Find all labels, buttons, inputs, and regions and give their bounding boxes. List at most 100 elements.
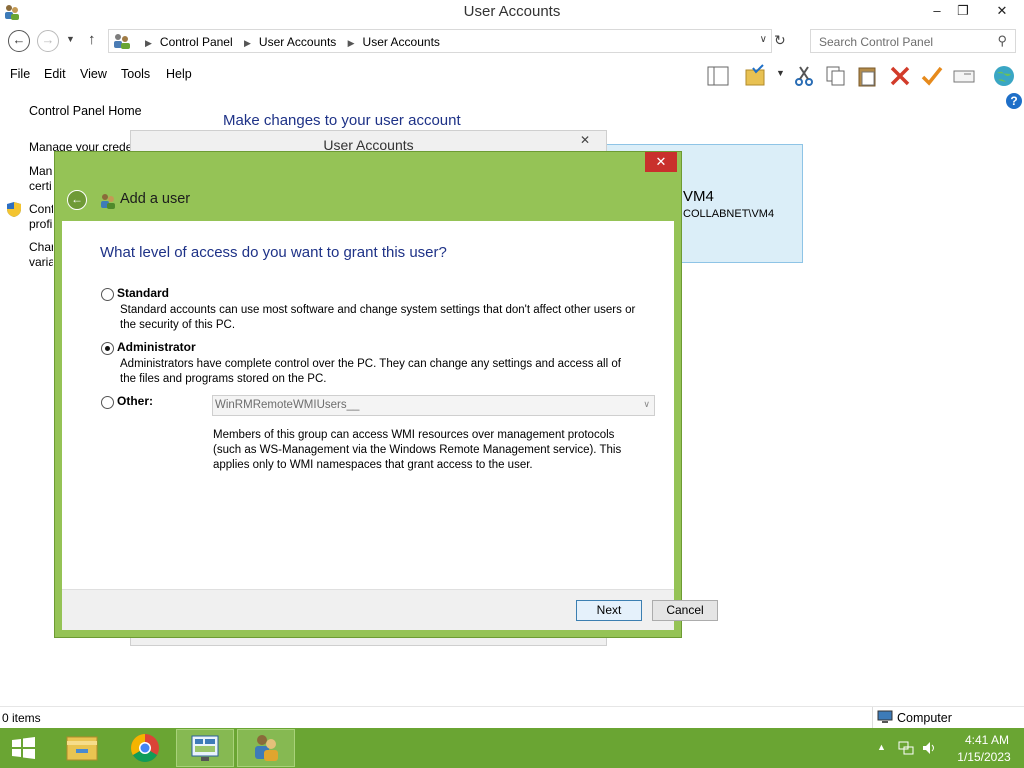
computer-icon	[877, 710, 893, 723]
menu-view[interactable]: View	[80, 67, 107, 81]
menu-help[interactable]: Help	[166, 67, 192, 81]
group-select[interactable]: WinRMRemoteWMIUsers__ ∨	[212, 395, 655, 416]
checkmark-icon[interactable]	[920, 64, 944, 88]
menu-file[interactable]: File	[10, 67, 30, 81]
refresh-button[interactable]: ↻	[774, 32, 786, 49]
item-count: 0 items	[2, 711, 41, 725]
file-explorer-icon[interactable]	[54, 729, 112, 767]
control-panel-icon	[114, 34, 130, 49]
wizard-header: ← Add a user	[63, 182, 675, 220]
nav-change-variables[interactable]: Char	[29, 240, 53, 254]
chrome-icon[interactable]	[116, 729, 174, 767]
title-bar: User Accounts – ❐ ✕	[0, 0, 1024, 24]
menu-tools[interactable]: Tools	[121, 67, 150, 81]
paste-icon[interactable]	[856, 64, 880, 88]
menu-edit[interactable]: Edit	[44, 67, 66, 81]
breadcrumb-control-panel[interactable]: Control Panel	[160, 35, 233, 49]
administrator-label[interactable]: Administrator	[117, 340, 196, 354]
account-name: VM4	[683, 188, 714, 205]
nav-configure-profile[interactable]: Confi	[29, 202, 53, 216]
maximize-button[interactable]: ❐	[948, 0, 978, 22]
chevron-down-icon: ▼	[66, 34, 75, 44]
breadcrumb-user-accounts-current[interactable]: User Accounts	[363, 35, 440, 49]
up-button[interactable]: ↑	[88, 31, 96, 48]
address-bar[interactable]: ▶ Control Panel ▶ User Accounts ▶ User Acco…	[108, 29, 772, 53]
other-label[interactable]: Other:	[117, 394, 153, 408]
back-button[interactable]: ←	[8, 30, 30, 52]
search-input[interactable]: Search Control Panel ⚲	[810, 29, 1016, 53]
arrow-left-icon: ←	[12, 32, 26, 47]
network-icon[interactable]	[898, 740, 914, 756]
user-accounts-icon	[255, 735, 278, 761]
add-user-dialog: ✕ ← Add a user What level of access do y…	[54, 151, 718, 638]
administrator-radio[interactable]	[101, 342, 114, 355]
breadcrumb: ▶ Control Panel ▶ User Accounts ▶ User Acco…	[137, 35, 440, 49]
next-button[interactable]: Next	[576, 600, 642, 621]
wizard-back-button[interactable]: ←	[67, 190, 87, 210]
account-domain: COLLABNET\VM4	[683, 208, 775, 220]
taskbar: ▲	[0, 728, 1024, 768]
dialog-close-button[interactable]: ✕	[572, 133, 598, 153]
nav-certificates-cont[interactable]: certi	[29, 179, 53, 193]
wizard-content: What level of access do you want to gran…	[62, 221, 674, 589]
globe-icon[interactable]	[992, 64, 1016, 88]
standard-description-2: the security of this PC.	[120, 319, 236, 331]
refresh-icon: ↻	[774, 32, 786, 48]
user-accounts-taskbar-button[interactable]	[237, 729, 295, 767]
cancel-button[interactable]: Cancel	[652, 600, 718, 621]
chevron-down-icon: ∨	[759, 34, 767, 45]
breadcrumb-separator-icon: ▶	[347, 38, 355, 48]
rename-icon[interactable]	[952, 64, 976, 88]
nav-variables-cont[interactable]: varia	[29, 255, 53, 269]
standard-description: Standard accounts can use most software …	[120, 304, 636, 316]
windows-start-icon[interactable]	[0, 729, 46, 767]
volume-icon[interactable]	[921, 740, 937, 756]
users-icon	[101, 194, 115, 209]
breadcrumb-separator-icon: ▶	[145, 38, 152, 48]
recent-locations-button[interactable]: ▼	[66, 34, 75, 44]
breadcrumb-user-accounts[interactable]: User Accounts	[259, 35, 336, 49]
standard-label[interactable]: Standard	[117, 286, 169, 300]
uac-shield-icon	[7, 202, 21, 217]
standard-radio[interactable]	[101, 288, 114, 301]
address-row: ← → ▼ ↑ ▶ Control Panel ▶ User Accounts ▶ U…	[0, 26, 1024, 56]
administrator-description-2: the files and programs stored on the PC.	[120, 373, 327, 385]
control-panel-home-link[interactable]: Control Panel Home	[29, 104, 142, 118]
delete-icon[interactable]	[888, 64, 912, 88]
search-placeholder: Search Control Panel	[819, 35, 934, 49]
administrator-description: Administrators have complete control ove…	[120, 358, 621, 370]
group-description-2: (such as WS-Management via the Windows R…	[213, 444, 622, 456]
status-bar: 0 items Computer	[0, 706, 1024, 729]
layout-icon[interactable]	[706, 64, 730, 88]
server-manager-taskbar-button[interactable]	[176, 729, 234, 767]
show-hidden-icons-button[interactable]: ▲	[877, 742, 886, 752]
server-manager-icon	[191, 735, 219, 761]
wizard-title: Add a user	[120, 191, 191, 207]
close-button[interactable]: ✕	[980, 0, 1024, 22]
access-level-question: What level of access do you want to gran…	[100, 244, 447, 261]
nav-profile-cont[interactable]: profi	[29, 217, 53, 231]
arrow-right-icon: →	[41, 32, 55, 47]
cut-icon[interactable]	[792, 64, 816, 88]
folder-check-icon[interactable]	[744, 64, 768, 88]
other-radio[interactable]	[101, 396, 114, 409]
page-title: Make changes to your user account	[223, 112, 461, 129]
zone-label: Computer	[897, 711, 952, 725]
question-icon: ?	[1010, 94, 1018, 108]
wizard-footer: Next Cancel	[62, 589, 718, 630]
group-description-3: applies only to WMI namespaces that gran…	[213, 459, 533, 471]
arrow-up-icon: ↑	[88, 31, 96, 48]
clock-date[interactable]: 1/15/2023	[952, 750, 1016, 764]
chevron-down-icon[interactable]: ▼	[776, 68, 785, 78]
group-select-value: WinRMRemoteWMIUsers__	[215, 399, 360, 411]
address-dropdown-button[interactable]: ∨	[760, 34, 767, 45]
nav-manage-certificates[interactable]: Man	[29, 164, 53, 178]
help-button[interactable]: ?	[1006, 93, 1022, 109]
window-title: User Accounts	[463, 3, 561, 20]
copy-icon[interactable]	[824, 64, 848, 88]
forward-button[interactable]: →	[37, 30, 59, 52]
add-user-close-button[interactable]: ✕	[645, 152, 677, 172]
chevron-down-icon: ∨	[643, 399, 650, 409]
clock-time[interactable]: 4:41 AM	[957, 733, 1017, 747]
status-divider	[872, 707, 873, 729]
